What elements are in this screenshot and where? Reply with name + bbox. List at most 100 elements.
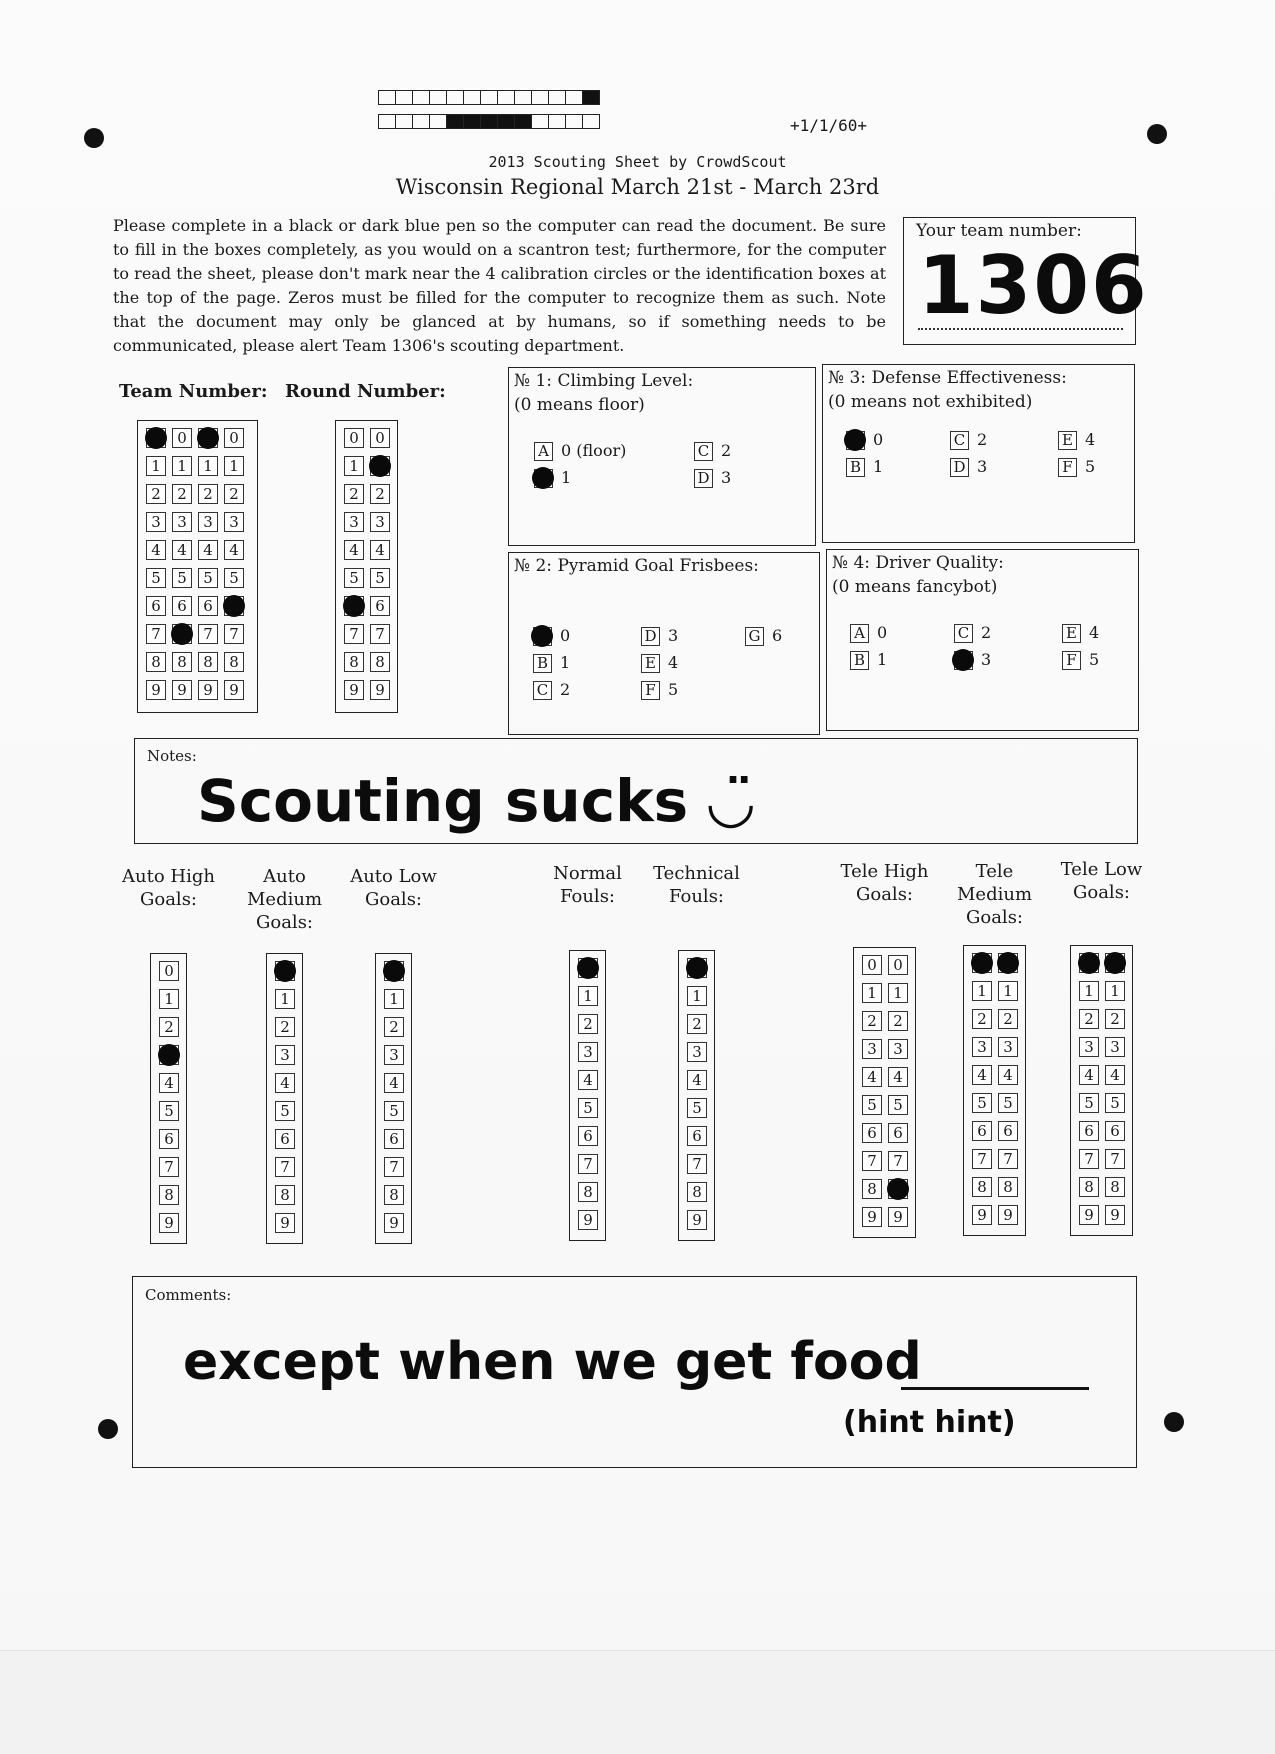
digit-bubble[interactable]: 2 (578, 1014, 598, 1034)
option-e-bubble[interactable]: E (1058, 431, 1077, 450)
digit-bubble[interactable]: 4 (370, 540, 390, 560)
digit-bubble[interactable]: 5 (578, 1098, 598, 1118)
digit-bubble[interactable]: 5 (888, 1095, 908, 1115)
digit-bubble[interactable]: 6 (384, 1129, 404, 1149)
digit-bubble[interactable]: 4 (384, 1073, 404, 1093)
digit-bubble[interactable]: 7 (384, 1157, 404, 1177)
option-f-bubble[interactable]: F (1062, 651, 1081, 670)
digit-bubble[interactable]: 3 (687, 1042, 707, 1062)
digit-bubble[interactable]: 1 (384, 989, 404, 1009)
digit-bubble[interactable]: 1 (862, 983, 882, 1003)
digit-bubble[interactable]: 9 (862, 1207, 882, 1227)
option-a-bubble[interactable]: A (534, 442, 553, 461)
digit-bubble[interactable]: 5 (384, 1101, 404, 1121)
digit-bubble[interactable]: 2 (198, 484, 218, 504)
digit-bubble[interactable]: 7 (578, 1154, 598, 1174)
digit-bubble[interactable]: 3 (172, 512, 192, 532)
digit-bubble[interactable]: 5 (370, 568, 390, 588)
digit-bubble[interactable]: 6 (888, 1123, 908, 1143)
digit-bubble[interactable]: 1 (224, 456, 244, 476)
digit-bubble[interactable]: 8 (275, 1185, 295, 1205)
option-d-bubble[interactable]: D (641, 627, 660, 646)
digit-bubble[interactable]: 9 (578, 1210, 598, 1230)
option-b-bubble[interactable]: B (533, 654, 552, 673)
digit-bubble[interactable]: 3 (344, 512, 364, 532)
digit-bubble[interactable]: 2 (275, 1017, 295, 1037)
digit-bubble[interactable]: 2 (172, 484, 192, 504)
option-f-bubble[interactable]: F (641, 681, 660, 700)
digit-bubble[interactable]: 3 (370, 512, 390, 532)
digit-bubble[interactable]: 8 (146, 652, 166, 672)
digit-bubble[interactable]: 4 (687, 1070, 707, 1090)
digit-bubble[interactable]: 7 (370, 624, 390, 644)
option-b-bubble[interactable]: B (846, 458, 865, 477)
digit-bubble[interactable]: 6 (275, 1129, 295, 1149)
option-f-bubble[interactable]: F (1058, 458, 1077, 477)
digit-bubble[interactable]: 7 (146, 624, 166, 644)
digit-bubble[interactable]: 1 (578, 986, 598, 1006)
digit-bubble[interactable]: 8 (159, 1185, 179, 1205)
option-e-bubble[interactable]: E (641, 654, 660, 673)
digit-bubble[interactable]: 3 (972, 1037, 992, 1057)
option-d-bubble[interactable]: D (694, 469, 713, 488)
digit-bubble[interactable]: 2 (862, 1011, 882, 1031)
digit-bubble[interactable]: 8 (1079, 1177, 1099, 1197)
digit-bubble[interactable]: 8 (687, 1182, 707, 1202)
digit-bubble[interactable]: 7 (998, 1149, 1018, 1169)
digit-bubble[interactable]: 8 (198, 652, 218, 672)
digit-bubble[interactable]: 8 (344, 652, 364, 672)
digit-bubble[interactable]: 0 (344, 428, 364, 448)
digit-bubble[interactable]: 5 (172, 568, 192, 588)
digit-bubble[interactable]: 5 (1079, 1093, 1099, 1113)
digit-bubble[interactable]: 4 (1105, 1065, 1125, 1085)
digit-bubble[interactable]: 6 (972, 1121, 992, 1141)
digit-bubble[interactable]: 6 (687, 1126, 707, 1146)
option-c-bubble[interactable]: C (954, 624, 973, 643)
digit-bubble[interactable]: 5 (275, 1101, 295, 1121)
digit-bubble[interactable]: 9 (888, 1207, 908, 1227)
digit-bubble[interactable]: 9 (972, 1205, 992, 1225)
digit-bubble[interactable]: 3 (146, 512, 166, 532)
digit-bubble[interactable]: 0 (159, 961, 179, 981)
digit-bubble[interactable]: 6 (862, 1123, 882, 1143)
digit-bubble[interactable]: 2 (344, 484, 364, 504)
digit-bubble[interactable]: 9 (172, 680, 192, 700)
digit-bubble[interactable]: 2 (888, 1011, 908, 1031)
digit-bubble[interactable]: 0 (224, 428, 244, 448)
digit-bubble[interactable]: 4 (146, 540, 166, 560)
digit-bubble[interactable]: 4 (862, 1067, 882, 1087)
digit-bubble[interactable]: 0 (862, 955, 882, 975)
digit-bubble[interactable]: 2 (998, 1009, 1018, 1029)
digit-bubble[interactable]: 7 (1079, 1149, 1099, 1169)
option-d-bubble[interactable]: D (950, 458, 969, 477)
digit-bubble[interactable]: 5 (972, 1093, 992, 1113)
digit-bubble[interactable]: 2 (224, 484, 244, 504)
digit-bubble[interactable]: 7 (344, 624, 364, 644)
digit-bubble[interactable]: 6 (1079, 1121, 1099, 1141)
digit-bubble[interactable]: 4 (1079, 1065, 1099, 1085)
option-c-bubble[interactable]: C (694, 442, 713, 461)
option-c-bubble[interactable]: C (950, 431, 969, 450)
digit-bubble[interactable]: 6 (370, 596, 390, 616)
digit-bubble[interactable]: 9 (370, 680, 390, 700)
digit-bubble[interactable]: 3 (224, 512, 244, 532)
digit-bubble[interactable]: 6 (998, 1121, 1018, 1141)
digit-bubble[interactable]: 3 (1105, 1037, 1125, 1057)
digit-bubble[interactable]: 6 (172, 596, 192, 616)
digit-bubble[interactable]: 1 (998, 981, 1018, 1001)
digit-bubble[interactable]: 0 (172, 428, 192, 448)
digit-bubble[interactable]: 4 (172, 540, 192, 560)
digit-bubble[interactable]: 5 (344, 568, 364, 588)
digit-bubble[interactable]: 9 (384, 1213, 404, 1233)
digit-bubble[interactable]: 8 (384, 1185, 404, 1205)
digit-bubble[interactable]: 4 (224, 540, 244, 560)
digit-bubble[interactable]: 2 (972, 1009, 992, 1029)
digit-bubble[interactable]: 6 (1105, 1121, 1125, 1141)
digit-bubble[interactable]: 4 (972, 1065, 992, 1085)
digit-bubble[interactable]: 5 (198, 568, 218, 588)
digit-bubble[interactable]: 4 (998, 1065, 1018, 1085)
digit-bubble[interactable]: 3 (578, 1042, 598, 1062)
digit-bubble[interactable]: 9 (275, 1213, 295, 1233)
digit-bubble[interactable]: 5 (224, 568, 244, 588)
digit-bubble[interactable]: 1 (972, 981, 992, 1001)
